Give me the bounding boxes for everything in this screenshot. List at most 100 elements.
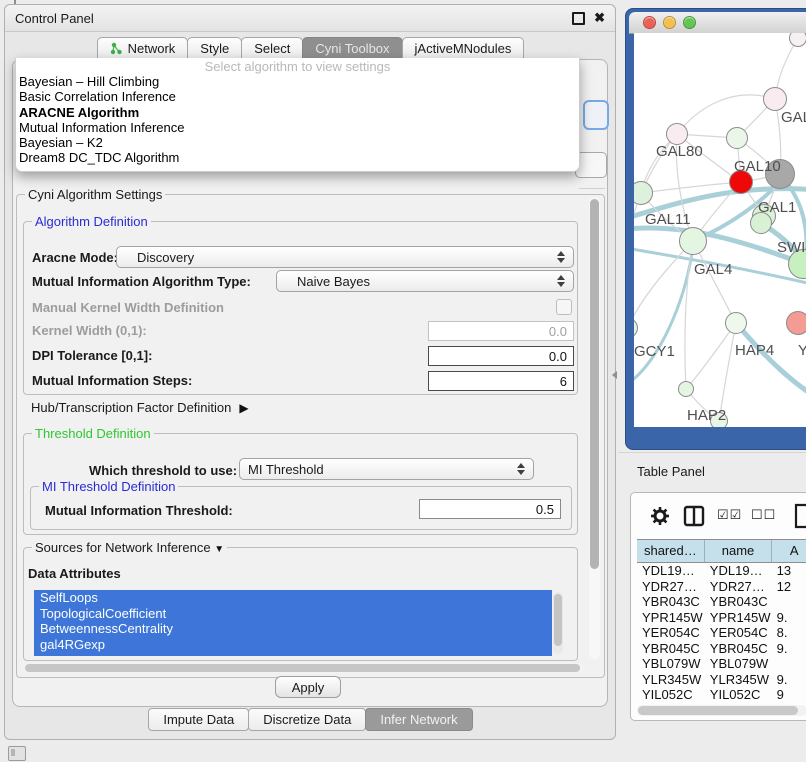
table-panel-title: Table Panel <box>637 464 705 479</box>
table-cell: 9. <box>773 610 806 626</box>
manual-kernel-checkbox[interactable] <box>556 299 572 315</box>
settings-vertical-scrollbar[interactable] <box>589 197 600 659</box>
table-row[interactable]: YBL079WYBL079W <box>637 656 806 672</box>
traffic-minimize-button[interactable] <box>663 16 676 29</box>
network-canvas[interactable]: GALGAL80GAL10GAL1GAL11SWI4GAL4GCY1HAP4YH… <box>634 33 806 427</box>
attributes-scrollbar[interactable] <box>553 592 563 654</box>
tab-style[interactable]: Style <box>187 37 242 59</box>
hidden-group-border <box>579 188 605 189</box>
hub-definition-toggle[interactable]: Hub/Transcription Factor Definition ▶ <box>31 400 249 415</box>
collapsed-panel-icon[interactable] <box>8 746 26 761</box>
table-cell: YBR045C <box>637 641 705 657</box>
algorithm-option-basic-correlation-inference[interactable]: Basic Correlation Inference <box>16 89 579 104</box>
network-node[interactable] <box>725 312 747 334</box>
mi-threshold-label: Mutual Information Threshold: <box>45 503 233 518</box>
which-threshold-select[interactable]: MI Threshold <box>239 458 534 480</box>
traffic-close-button[interactable] <box>643 16 656 29</box>
table-horizontal-scrollbar[interactable] <box>637 705 806 716</box>
network-node[interactable] <box>789 33 806 47</box>
table-cell: YBL079W <box>705 656 773 672</box>
column-header-a[interactable]: A <box>772 540 806 562</box>
table-row[interactable]: YER054CYER054C8. <box>637 625 806 641</box>
apply-button[interactable]: Apply <box>275 676 341 698</box>
attribute-item-selfloops[interactable]: SelfLoops <box>34 590 552 606</box>
algorithm-option-bayesian-k2[interactable]: Bayesian – K2 <box>16 135 579 150</box>
table-cell: 9. <box>773 641 806 657</box>
tab-jactivemnodules[interactable]: jActiveMNodules <box>402 37 525 59</box>
aracne-mode-label: Aracne Mode: <box>32 250 118 265</box>
table-row[interactable]: YIL052CYIL052C9 <box>637 687 806 703</box>
attribute-item-betweennesscentrality[interactable]: BetweennessCentrality <box>34 621 552 637</box>
sources-group: Sources for Network Inference ▼ Data Att… <box>23 547 578 661</box>
network-node[interactable] <box>763 87 787 111</box>
table-row[interactable]: YDR27…YDR27…12 <box>637 579 806 595</box>
table-cell: YLR345W <box>637 672 705 688</box>
network-node-label: GAL10 <box>734 158 781 175</box>
scrollbar-thumb[interactable] <box>25 664 580 672</box>
mi-threshold-field[interactable]: 0.5 <box>419 499 561 519</box>
algorithm-option-mutual-information-inference[interactable]: Mutual Information Inference <box>16 120 579 135</box>
table-row[interactable]: YDL19…YDL19…13 <box>637 563 806 579</box>
table-cell: YBR043C <box>705 594 773 610</box>
attribute-item-topologicalcoefficient[interactable]: TopologicalCoefficient <box>34 606 552 622</box>
new-column-icon[interactable] <box>794 503 806 529</box>
algorithm-option-dream8-dc-tdc-algorithm[interactable]: Dream8 DC_TDC Algorithm <box>16 150 579 165</box>
table-cell: YBR045C <box>705 641 773 657</box>
unselect-all-columns-icon[interactable]: ☐☐ <box>751 507 776 523</box>
refresh-button-partial[interactable] <box>583 100 609 130</box>
tab-network[interactable]: Network <box>97 37 189 59</box>
data-attributes-list[interactable]: SelfLoopsTopologicalCoefficientBetweenne… <box>34 590 552 656</box>
dpi-tolerance-label: DPI Tolerance [0,1]: <box>32 348 152 363</box>
tab-impute-data[interactable]: Impute Data <box>148 708 249 731</box>
table-cell: YIL052C <box>637 687 705 703</box>
split-columns-icon[interactable] <box>683 505 705 527</box>
tab-label: Select <box>254 38 290 59</box>
network-node[interactable] <box>666 123 688 145</box>
scrollbar-thumb[interactable] <box>590 199 599 569</box>
float-window-icon[interactable] <box>572 12 585 25</box>
split-pane-handle[interactable] <box>612 371 617 379</box>
table-row[interactable]: YBR043CYBR043C <box>637 594 806 610</box>
tab-discretize-data[interactable]: Discretize Data <box>248 708 366 731</box>
sources-toggle[interactable]: Sources for Network Inference ▼ <box>32 540 227 557</box>
network-node-label: GAL80 <box>656 143 703 160</box>
gear-icon[interactable] <box>651 507 669 525</box>
mi-steps-field[interactable]: 6 <box>428 371 574 391</box>
kernel-width-field[interactable]: 0.0 <box>428 321 574 341</box>
window-buttons: ✖ <box>572 12 615 25</box>
traffic-zoom-button[interactable] <box>683 16 696 29</box>
network-node[interactable] <box>678 381 694 397</box>
network-node[interactable] <box>679 227 707 255</box>
table-row[interactable]: YLR345WYLR345W9. <box>637 672 806 688</box>
algorithm-option-aracne-algorithm[interactable]: ARACNE Algorithm <box>16 105 579 120</box>
tab-select[interactable]: Select <box>241 37 303 59</box>
threshold-definition-title: Threshold Definition <box>32 426 154 441</box>
attribute-item-gal4rgexp[interactable]: gal4RGexp <box>34 637 552 653</box>
sources-title: Sources for Network Inference <box>35 540 211 555</box>
mi-algorithm-type-label: Mutual Information Algorithm Type: <box>32 274 251 289</box>
network-node[interactable] <box>726 127 748 149</box>
table-panel-divider <box>618 452 806 453</box>
table-cell: 9 <box>773 687 806 703</box>
network-node[interactable] <box>786 311 806 335</box>
select-all-columns-icon[interactable]: ☑☑ <box>717 507 742 523</box>
table-row[interactable]: YBR045CYBR045C9. <box>637 641 806 657</box>
stepper-icon <box>517 463 525 475</box>
network-node-label: GAL11 <box>645 211 691 228</box>
tab-cyni-toolbox[interactable]: Cyni Toolbox <box>302 37 402 59</box>
algorithm-option-bayesian-hill-climbing[interactable]: Bayesian – Hill Climbing <box>16 74 579 89</box>
mi-algorithm-type-select[interactable]: Naive Bayes <box>276 270 574 292</box>
close-panel-icon[interactable]: ✖ <box>594 12 605 24</box>
aracne-mode-select[interactable]: Discovery <box>116 246 574 268</box>
scrollbar-thumb[interactable] <box>554 594 562 646</box>
table-cell <box>773 656 806 672</box>
settings-horizontal-scrollbar[interactable] <box>23 663 584 673</box>
dpi-tolerance-field[interactable]: 0.0 <box>428 346 574 366</box>
node-table: shared…nameA YDL19…YDL19…13YDR27…YDR27…1… <box>637 539 806 703</box>
column-header-name[interactable]: name <box>705 540 773 562</box>
column-header-shared-[interactable]: shared… <box>637 540 705 562</box>
scrollbar-thumb[interactable] <box>638 706 798 715</box>
network-node-label: GCY1 <box>634 343 675 360</box>
tab-infer-network[interactable]: Infer Network <box>365 708 472 731</box>
table-row[interactable]: YPR145WYPR145W9. <box>637 610 806 626</box>
